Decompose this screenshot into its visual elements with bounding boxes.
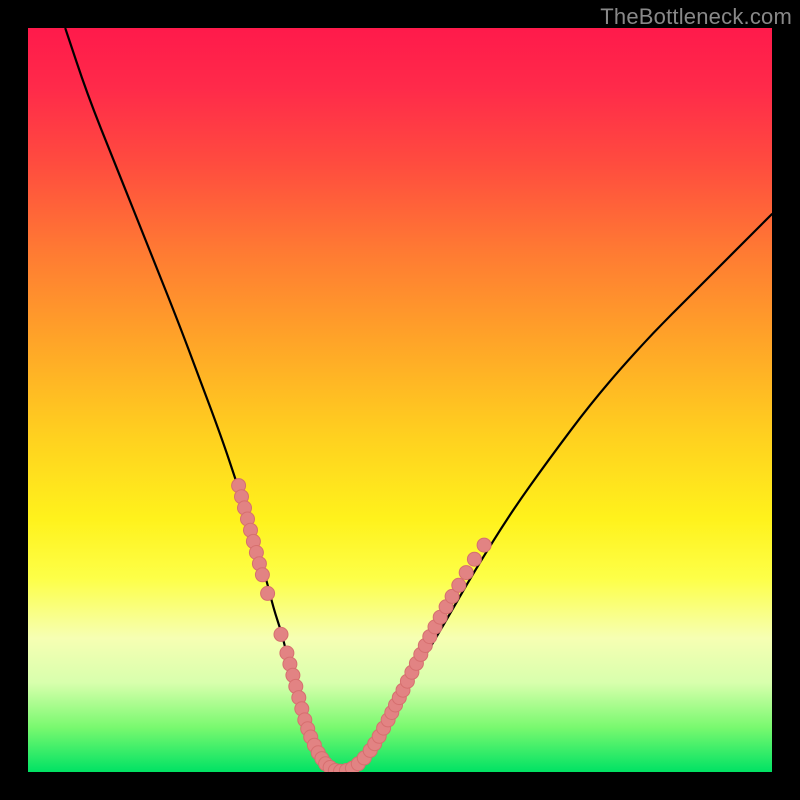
data-marker bbox=[459, 566, 473, 580]
data-marker bbox=[467, 552, 481, 566]
plot-area bbox=[28, 28, 772, 772]
watermark-text: TheBottleneck.com bbox=[600, 4, 792, 30]
marker-group bbox=[232, 479, 492, 772]
data-marker bbox=[255, 568, 269, 582]
chart-frame: TheBottleneck.com bbox=[0, 0, 800, 800]
data-marker bbox=[477, 538, 491, 552]
data-marker bbox=[261, 586, 275, 600]
data-marker bbox=[452, 578, 466, 592]
data-marker bbox=[274, 627, 288, 641]
curve-layer bbox=[28, 28, 772, 772]
